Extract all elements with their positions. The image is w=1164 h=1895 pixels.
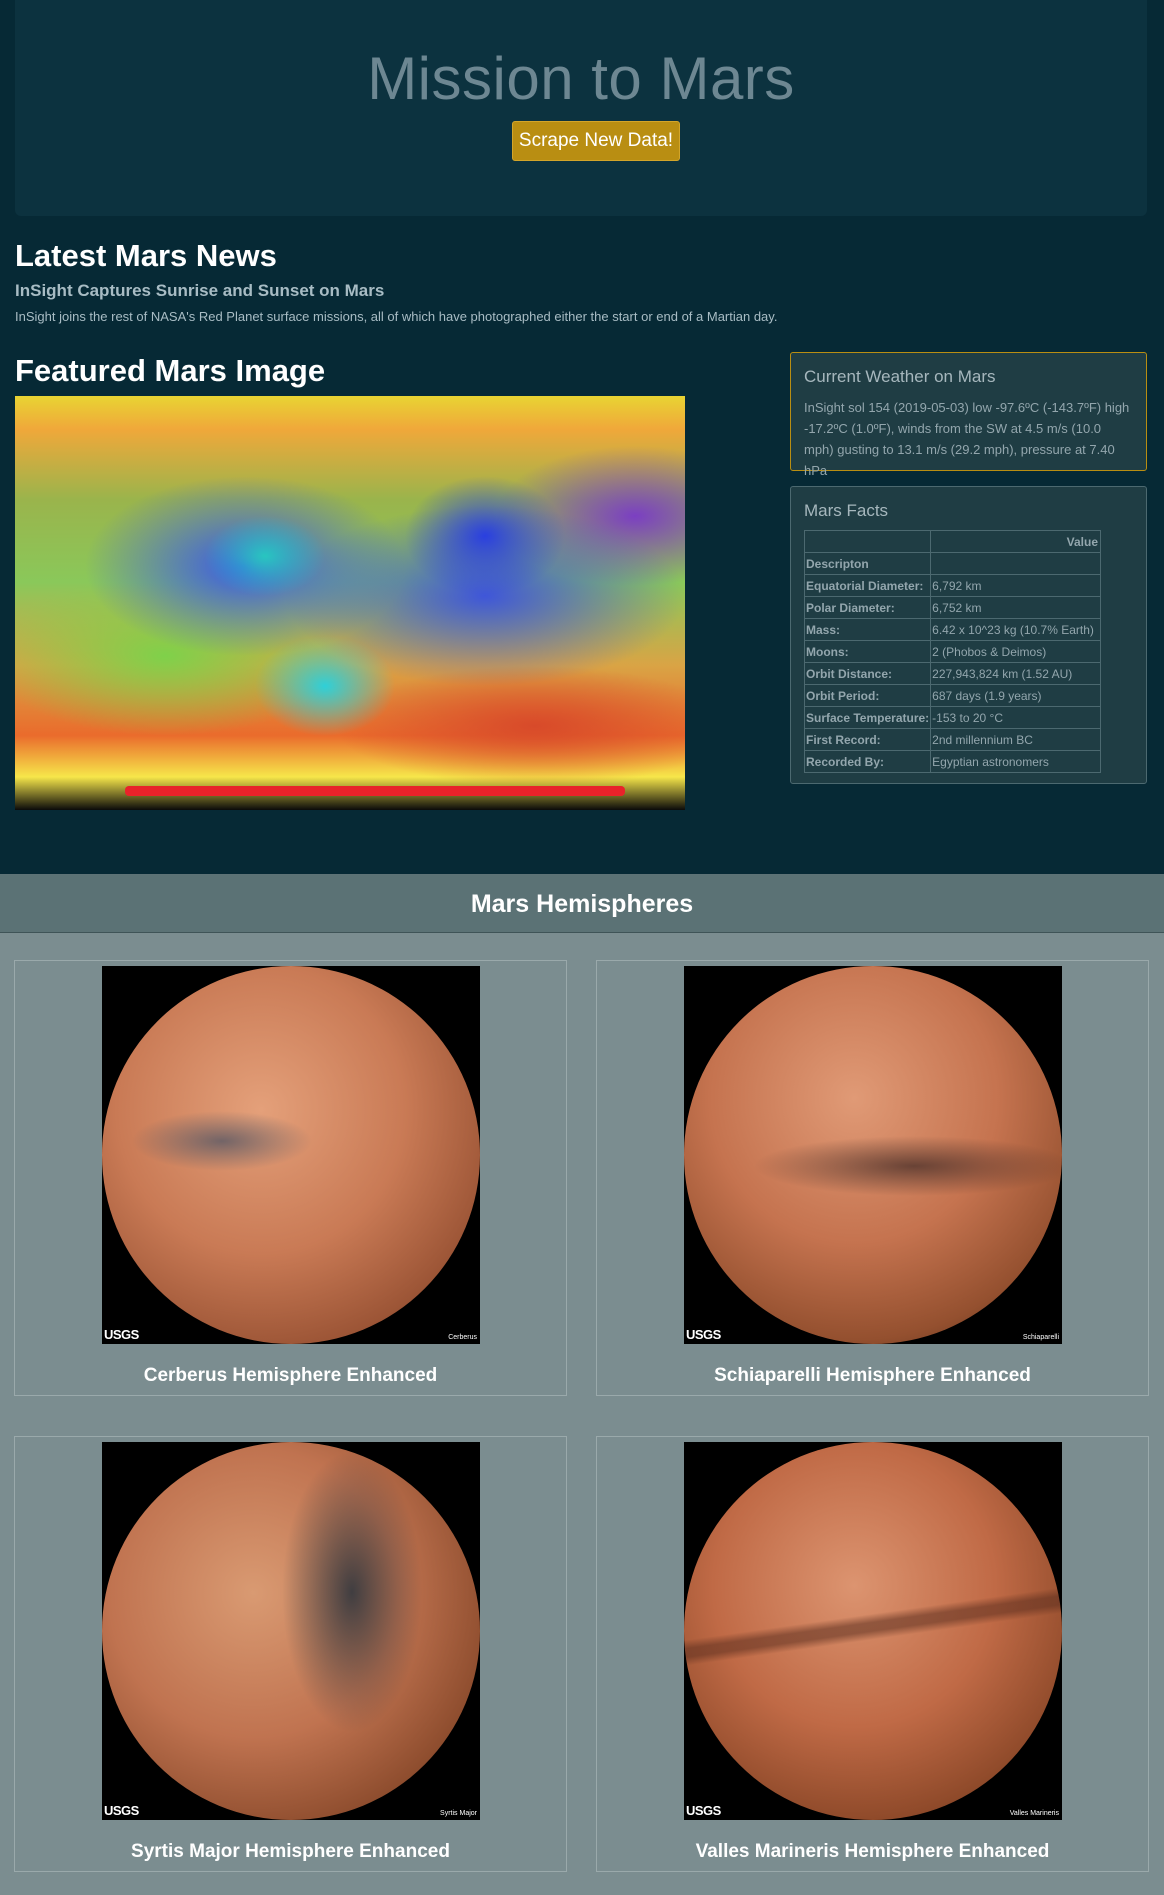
mars-facts-card: Mars Facts Value Descripton Equatorial D… <box>790 486 1147 784</box>
hemisphere-image-label: Syrtis Major <box>440 1810 477 1817</box>
weather-heading: Current Weather on Mars <box>804 367 996 386</box>
facts-heading: Mars Facts <box>804 501 889 520</box>
hemisphere-image-cerberus[interactable]: USGS Cerberus <box>102 966 480 1344</box>
table-row: Moons: 2 (Phobos & Deimos) <box>803 640 1101 663</box>
fact-label: Descripton <box>803 552 932 575</box>
hemisphere-image-valles-marineris[interactable]: USGS Valles Marineris <box>684 1442 1062 1820</box>
fact-value: 227,943,824 km (1.52 AU) <box>930 662 1101 685</box>
usgs-logo: USGS <box>686 1803 721 1818</box>
table-row: Equatorial Diameter: 6,792 km <box>803 574 1101 597</box>
planet-disc <box>102 1442 480 1820</box>
fact-value: 2nd millennium BC <box>930 728 1101 751</box>
fact-label: Moons: <box>803 640 932 663</box>
table-row: Orbit Period: 687 days (1.9 years) <box>803 684 1101 707</box>
hemispheres-heading: Mars Hemispheres <box>0 875 1164 933</box>
fact-value: -153 to 20 °C <box>930 706 1101 729</box>
table-row: Recorded By: Egyptian astronomers <box>803 750 1101 773</box>
fact-label: Orbit Distance: <box>803 662 932 685</box>
fact-value: 6.42 x 10^23 kg (10.7% Earth) <box>930 618 1101 641</box>
hemisphere-card-cerberus[interactable]: USGS Cerberus Cerberus Hemisphere Enhanc… <box>14 960 567 1396</box>
news-paragraph: InSight joins the rest of NASA's Red Pla… <box>15 309 778 324</box>
table-row: Polar Diameter: 6,752 km <box>803 596 1101 619</box>
hemisphere-image-label: Valles Marineris <box>1009 1810 1059 1817</box>
table-row: Orbit Distance: 227,943,824 km (1.52 AU) <box>803 662 1101 685</box>
scrape-button[interactable]: Scrape New Data! <box>512 121 680 161</box>
fact-value: 6,792 km <box>930 574 1101 597</box>
hemisphere-image-syrtis-major[interactable]: USGS Syrtis Major <box>102 1442 480 1820</box>
hemisphere-card-syrtis-major[interactable]: USGS Syrtis Major Syrtis Major Hemispher… <box>14 1436 567 1872</box>
news-title: InSight Captures Sunrise and Sunset on M… <box>15 281 385 300</box>
table-row: Descripton <box>803 552 1101 575</box>
fact-value: 6,752 km <box>930 596 1101 619</box>
page-title: Mission to Mars <box>367 45 795 112</box>
news-heading: Latest Mars News <box>15 238 277 273</box>
fact-label: Mass: <box>803 618 932 641</box>
fact-label: Orbit Period: <box>803 684 932 707</box>
table-row: First Record: 2nd millennium BC <box>803 728 1101 751</box>
jumbotron-header: Mission to Mars Scrape New Data! <box>15 0 1147 216</box>
hemisphere-title[interactable]: Schiaparelli Hemisphere Enhanced <box>597 1365 1148 1387</box>
fact-label: Recorded By: <box>803 750 932 773</box>
fact-value: 2 (Phobos & Deimos) <box>930 640 1101 663</box>
featured-image-strip <box>125 786 625 796</box>
fact-label: Surface Temperature: <box>803 706 932 729</box>
usgs-logo: USGS <box>104 1327 139 1342</box>
hemisphere-card-schiaparelli[interactable]: USGS Schiaparelli Schiaparelli Hemispher… <box>596 960 1149 1396</box>
hemisphere-title[interactable]: Valles Marineris Hemisphere Enhanced <box>597 1841 1148 1863</box>
featured-mars-image[interactable] <box>15 396 685 810</box>
usgs-logo: USGS <box>104 1803 139 1818</box>
hemispheres-section: Mars Hemispheres USGS Cerberus Cerberus … <box>0 874 1164 1895</box>
featured-heading: Featured Mars Image <box>15 353 326 388</box>
hemisphere-image-label: Schiaparelli <box>1022 1334 1059 1341</box>
fact-label: Equatorial Diameter: <box>803 574 932 597</box>
hemisphere-title[interactable]: Cerberus Hemisphere Enhanced <box>15 1365 566 1387</box>
weather-card: Current Weather on Mars InSight sol 154 … <box>790 352 1147 478</box>
table-row: Mass: 6.42 x 10^23 kg (10.7% Earth) <box>803 618 1101 641</box>
facts-header-value: Value <box>930 530 1101 553</box>
usgs-logo: USGS <box>686 1327 721 1342</box>
fact-value: Egyptian astronomers <box>930 750 1101 773</box>
hemisphere-title[interactable]: Syrtis Major Hemisphere Enhanced <box>15 1841 566 1863</box>
facts-table: Value Descripton Equatorial Diameter: 6,7… <box>803 530 1101 773</box>
fact-label: First Record: <box>803 728 932 751</box>
planet-disc <box>684 1442 1062 1820</box>
facts-header-row: Value <box>803 530 1101 553</box>
hemisphere-image-label: Cerberus <box>448 1334 477 1341</box>
facts-header-blank <box>803 530 932 553</box>
fact-value <box>930 552 1101 575</box>
table-row: Surface Temperature: -153 to 20 °C <box>803 706 1101 729</box>
fact-label: Polar Diameter: <box>803 596 932 619</box>
hemisphere-image-schiaparelli[interactable]: USGS Schiaparelli <box>684 966 1062 1344</box>
planet-disc <box>684 966 1062 1344</box>
planet-disc <box>102 966 480 1344</box>
fact-value: 687 days (1.9 years) <box>930 684 1101 707</box>
hemisphere-card-valles-marineris[interactable]: USGS Valles Marineris Valles Marineris H… <box>596 1436 1149 1872</box>
weather-text: InSight sol 154 (2019-05-03) low -97.6ºC… <box>804 400 1130 478</box>
